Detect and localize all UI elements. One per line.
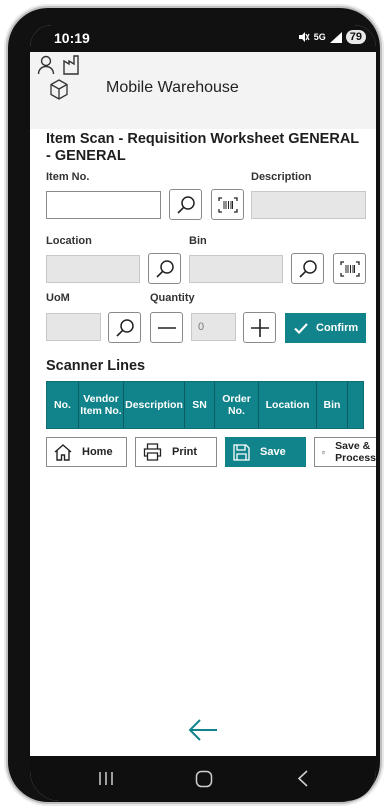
column-header[interactable]: Bin xyxy=(317,382,348,428)
check-icon xyxy=(294,322,308,334)
bin-search-button[interactable] xyxy=(291,253,324,284)
save-process-label: Save & Process xyxy=(335,440,376,464)
item-no-scan-button[interactable] xyxy=(211,189,244,220)
bin-input[interactable] xyxy=(189,255,283,283)
signal-icon xyxy=(329,31,342,43)
bin-scan-button[interactable] xyxy=(333,253,366,284)
save-button[interactable]: Save xyxy=(225,437,306,467)
search-icon xyxy=(298,259,317,278)
printer-icon xyxy=(143,443,162,461)
barcode-icon xyxy=(217,196,238,213)
item-no-input[interactable] xyxy=(46,191,161,219)
screen: 10:19 5G 79 Mobile Warehouse Item Scan -… xyxy=(30,25,376,801)
app-header: Mobile Warehouse xyxy=(30,52,376,129)
barcode-icon xyxy=(339,260,360,277)
item-no-search-button[interactable] xyxy=(169,189,202,220)
home-nav-icon[interactable] xyxy=(195,770,213,788)
location-input[interactable] xyxy=(46,255,140,283)
confirm-button[interactable]: Confirm xyxy=(285,313,366,343)
user-icon[interactable] xyxy=(37,55,55,75)
print-label: Print xyxy=(172,446,198,458)
phone-frame: 10:19 5G 79 Mobile Warehouse Item Scan -… xyxy=(8,8,380,802)
save-process-icon xyxy=(322,450,325,454)
home-label: Home xyxy=(82,446,113,458)
factory-icon[interactable] xyxy=(63,55,83,75)
network-label: 5G xyxy=(313,32,326,42)
description-input[interactable] xyxy=(251,191,366,219)
description-label: Description xyxy=(251,171,312,183)
android-nav-bar xyxy=(30,756,376,801)
search-icon xyxy=(115,318,134,337)
recent-apps-icon[interactable] xyxy=(98,771,114,786)
back-nav-icon[interactable] xyxy=(297,770,309,787)
minus-icon xyxy=(157,326,176,329)
column-header-overflow xyxy=(348,382,363,428)
battery-badge: 79 xyxy=(345,30,366,44)
column-header[interactable]: Order No. xyxy=(215,382,259,428)
column-header[interactable]: Description xyxy=(124,382,185,428)
uom-search-button[interactable] xyxy=(108,312,141,343)
scanner-lines-title: Scanner Lines xyxy=(46,358,146,374)
print-button[interactable]: Print xyxy=(135,437,217,467)
app-title: Mobile Warehouse xyxy=(106,79,239,96)
quantity-input[interactable]: 0 xyxy=(191,313,236,341)
save-icon xyxy=(233,443,250,461)
search-icon xyxy=(155,259,174,278)
location-search-button[interactable] xyxy=(148,253,181,284)
save-label: Save xyxy=(260,446,286,458)
home-icon xyxy=(54,443,72,461)
status-icons: 5G 79 xyxy=(298,30,366,44)
item-no-label: Item No. xyxy=(46,171,90,183)
location-label: Location xyxy=(46,235,92,247)
page-title: Item Scan - Requisition Worksheet GENERA… xyxy=(46,131,359,164)
column-header[interactable]: No. xyxy=(47,382,79,428)
clock: 10:19 xyxy=(54,30,90,46)
column-header[interactable]: SN xyxy=(185,382,215,428)
bin-label: Bin xyxy=(189,235,207,247)
back-arrow-icon[interactable] xyxy=(187,718,219,742)
home-button[interactable]: Home xyxy=(46,437,127,467)
confirm-label: Confirm xyxy=(316,322,359,334)
uom-input[interactable] xyxy=(46,313,101,341)
quantity-plus-button[interactable] xyxy=(243,312,276,343)
quantity-label: Quantity xyxy=(150,292,195,304)
save-process-button[interactable]: Save & Process xyxy=(314,437,376,467)
scanner-lines-table-header: No. Vendor Item No. Description SN Order… xyxy=(46,381,364,429)
cube-icon[interactable] xyxy=(49,79,69,101)
column-header[interactable]: Vendor Item No. xyxy=(79,382,124,428)
uom-label: UoM xyxy=(46,292,70,304)
quantity-minus-button[interactable] xyxy=(150,312,183,343)
column-header[interactable]: Location xyxy=(259,382,317,428)
mute-icon xyxy=(298,32,310,42)
plus-icon xyxy=(250,318,269,337)
search-icon xyxy=(176,195,195,214)
status-bar: 10:19 5G 79 xyxy=(30,25,376,52)
